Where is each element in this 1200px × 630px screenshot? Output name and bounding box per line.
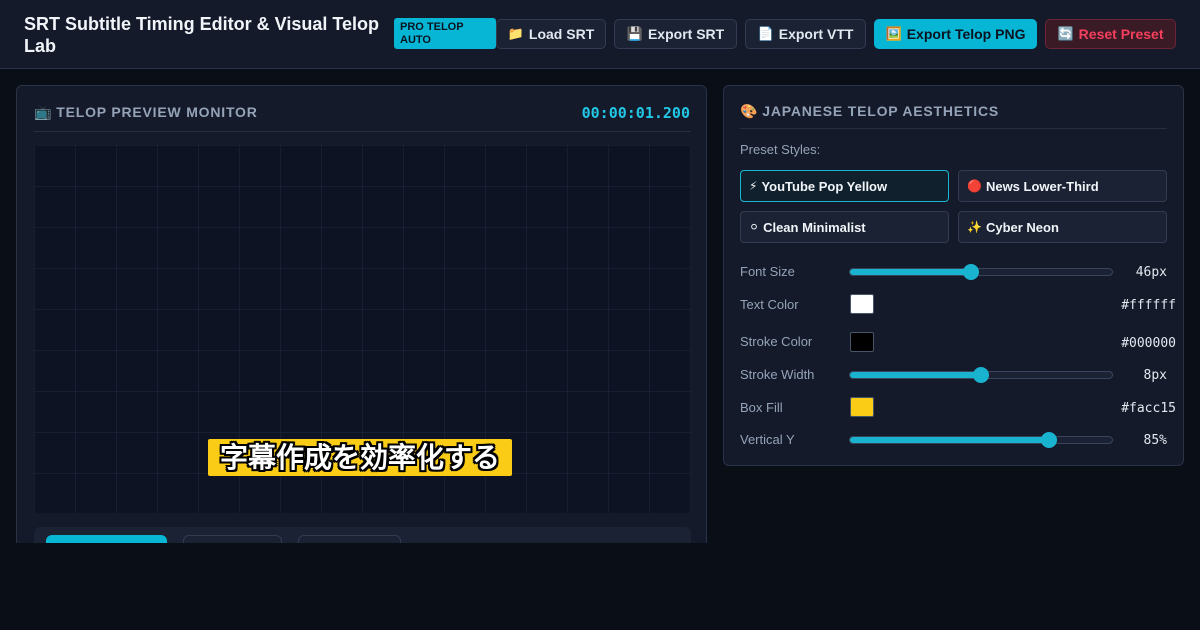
preset-label: Cyber Neon — [985, 219, 1059, 235]
palette-icon: 🎨 — [740, 104, 759, 120]
text-color-value: #ffffff — [1121, 298, 1176, 313]
box-fill-label: Box Fill — [740, 400, 783, 415]
slider-fill — [850, 372, 981, 378]
export-srt-button[interactable]: 💾 Export SRT — [614, 19, 737, 49]
lightning-icon: ⚡ — [749, 179, 758, 193]
preview-panel: 📺 TELOP PREVIEW MONITOR 00:00:01.200 字幕作成… — [16, 85, 707, 567]
stroke-width-label: Stroke Width — [740, 367, 815, 382]
font-size-slider[interactable] — [849, 264, 1113, 280]
folder-icon: 📁 — [507, 26, 524, 42]
floppy-disk-icon: 💾 — [626, 26, 643, 42]
reset-preset-label: Reset Preset — [1078, 26, 1164, 42]
preset-label: YouTube Pop Yellow — [761, 178, 888, 194]
telop-caption[interactable]: 字幕作成を効率化する — [208, 439, 513, 476]
timecode: 00:00:01.200 — [581, 104, 690, 122]
preview-title-text: TELOP PREVIEW MONITOR — [56, 104, 258, 120]
stroke-width-value: 8px — [1143, 368, 1167, 383]
aesthetics-title-text: JAPANESE TELOP AESTHETICS — [762, 103, 1000, 119]
slider-thumb[interactable] — [962, 264, 979, 280]
preset-news-lower-third-button[interactable]: 🔴 News Lower-Third — [958, 170, 1167, 202]
text-color-swatch[interactable] — [850, 294, 874, 314]
aesthetics-panel: 🎨 JAPANESE TELOP AESTHETICS Preset Styles… — [723, 85, 1184, 466]
stroke-color-label: Stroke Color — [740, 334, 813, 349]
export-vtt-button[interactable]: 📄 Export VTT — [745, 19, 866, 49]
tv-icon: 📺 — [34, 105, 53, 121]
preset-youtube-pop-yellow-button[interactable]: ⚡ YouTube Pop Yellow — [740, 170, 949, 202]
text-color-label: Text Color — [740, 297, 799, 312]
export-telop-png-button[interactable]: 🖼️ Export Telop PNG — [874, 19, 1037, 49]
preset-styles-label: Preset Styles: — [740, 142, 821, 157]
export-srt-label: Export SRT — [647, 26, 725, 42]
pro-badge: PRO TELOP AUTO — [394, 18, 496, 49]
export-png-label: Export Telop PNG — [906, 26, 1026, 42]
preview-divider — [34, 131, 691, 132]
stroke-color-swatch[interactable] — [850, 332, 874, 352]
slider-thumb[interactable] — [1041, 432, 1058, 448]
document-icon: 📄 — [757, 26, 774, 42]
reset-icon: 🔄 — [1057, 26, 1074, 42]
sparkles-icon: ✨ — [967, 220, 982, 234]
aesthetics-title: 🎨 JAPANESE TELOP AESTHETICS — [740, 103, 999, 120]
reset-preset-button[interactable]: 🔄 Reset Preset — [1045, 19, 1176, 49]
box-fill-swatch[interactable] — [850, 397, 874, 417]
stroke-color-value: #000000 — [1121, 336, 1176, 351]
slider-thumb[interactable] — [973, 367, 989, 383]
load-srt-button[interactable]: 📁 Load SRT — [496, 19, 606, 49]
preset-clean-minimalist-button[interactable]: ⚪ Clean Minimalist — [740, 211, 949, 243]
red-circle-icon: 🔴 — [967, 179, 982, 193]
preset-cyber-neon-button[interactable]: ✨ Cyber Neon — [958, 211, 1167, 243]
load-srt-label: Load SRT — [528, 26, 595, 42]
preview-title: 📺 TELOP PREVIEW MONITOR — [34, 104, 258, 121]
white-circle-icon: ⚪ — [749, 220, 760, 234]
stroke-width-slider[interactable] — [849, 367, 1113, 383]
preview-canvas[interactable]: 字幕作成を効率化する — [34, 145, 691, 513]
slider-fill — [850, 437, 1050, 443]
font-size-value: 46px — [1135, 265, 1167, 280]
aesthetics-divider — [740, 128, 1167, 129]
vertical-y-slider[interactable] — [849, 432, 1113, 448]
slider-fill — [850, 269, 971, 275]
font-size-label: Font Size — [740, 264, 795, 279]
page-fold — [0, 543, 1200, 630]
app-header: SRT Subtitle Timing Editor & Visual Telo… — [0, 0, 1200, 69]
app-title: SRT Subtitle Timing Editor & Visual Telo… — [24, 14, 380, 56]
picture-icon: 🖼️ — [885, 26, 902, 42]
preset-label: News Lower-Third — [985, 178, 1099, 194]
box-fill-value: #facc15 — [1121, 401, 1176, 416]
preset-label: Clean Minimalist — [763, 219, 866, 235]
export-vtt-label: Export VTT — [778, 26, 854, 42]
vertical-y-value: 85% — [1143, 433, 1167, 448]
vertical-y-label: Vertical Y — [740, 432, 795, 447]
